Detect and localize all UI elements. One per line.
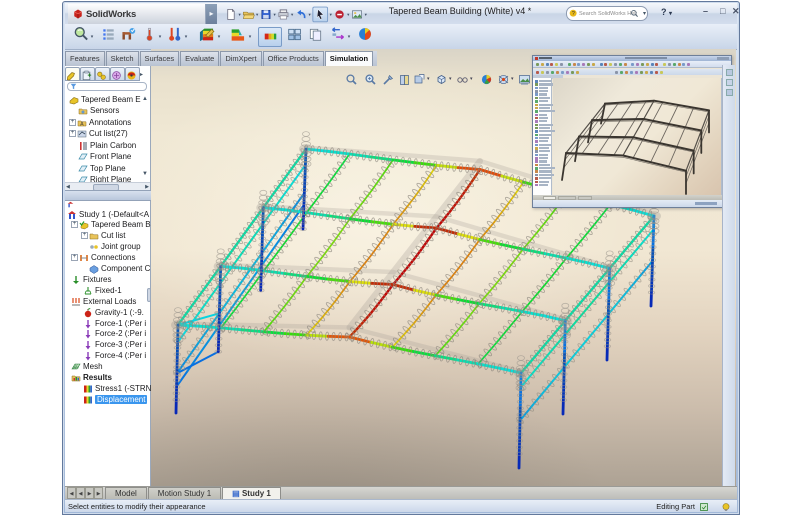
svg-text:?: ? — [572, 11, 575, 17]
